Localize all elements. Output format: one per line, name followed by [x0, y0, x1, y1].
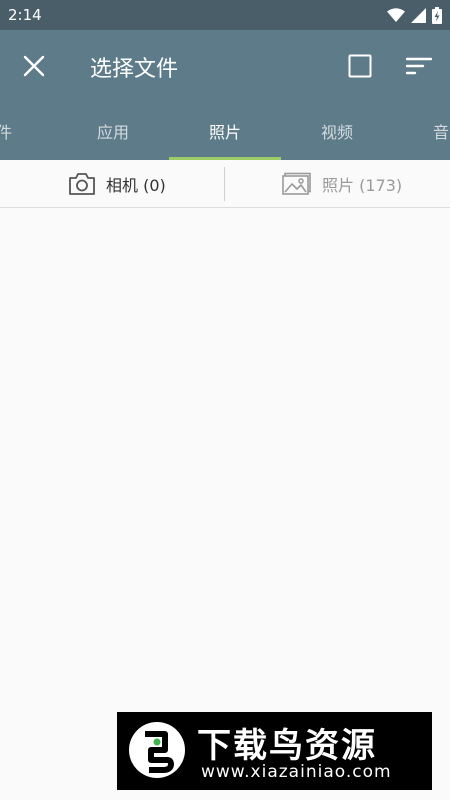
sub-tab-photos[interactable]: 照片 (173): [282, 160, 402, 207]
tab-music[interactable]: 音: [393, 102, 450, 160]
camera-icon: [69, 172, 95, 195]
sub-tab-camera-label: 相机 (0): [106, 175, 166, 195]
status-time: 2:14: [8, 6, 42, 24]
signal-icon: [411, 7, 426, 23]
status-icons: [387, 6, 442, 24]
sort-button[interactable]: [404, 52, 434, 80]
bird-logo-icon: [129, 722, 185, 778]
close-button[interactable]: [18, 50, 50, 82]
tab-apps[interactable]: 应用: [57, 102, 169, 160]
tab-photos[interactable]: 照片: [169, 102, 281, 160]
page-title: 选择文件: [90, 57, 179, 82]
sub-tab-photos-label: 照片 (173): [322, 175, 403, 195]
status-bar: 2:14: [0, 0, 450, 30]
sub-tab-camera[interactable]: 相机 (0): [68, 160, 166, 207]
watermark-banner: 下载鸟资源 www.xiazainiao.com: [117, 712, 432, 790]
category-tab-bar: 件 应用 照片 视频 音: [0, 102, 450, 160]
wifi-icon: [387, 8, 405, 22]
watermark-url: www.xiazainiao.com: [201, 762, 392, 782]
tab-videos[interactable]: 视频: [281, 102, 393, 160]
checkbox-outline-icon: [348, 54, 372, 78]
sub-tab-divider: [224, 167, 225, 201]
watermark-name: 下载鸟资源: [197, 726, 377, 766]
image-icon: [282, 172, 311, 195]
select-all-button[interactable]: [346, 52, 374, 80]
album-sub-tabs: 相机 (0) 照片 (173): [0, 160, 450, 208]
battery-charging-icon: [432, 6, 442, 24]
app-bar: 选择文件: [0, 30, 450, 102]
tab-files[interactable]: 件: [0, 102, 60, 160]
sort-icon: [406, 57, 432, 75]
close-icon: [23, 55, 45, 77]
